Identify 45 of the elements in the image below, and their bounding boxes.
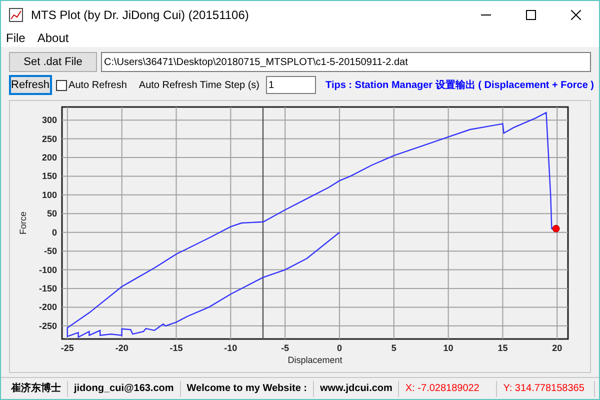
x-tick-label: -10 xyxy=(224,343,238,353)
auto-refresh-checkbox[interactable] xyxy=(56,80,67,90)
status-field: X: -7.028189022 xyxy=(399,380,498,396)
x-tick-label: 20 xyxy=(552,343,562,353)
y-tick-label: -150 xyxy=(38,283,57,294)
window-title: MTS Plot (by Dr. JiDong Cui) (20151106) xyxy=(31,7,249,24)
x-tick-label: 10 xyxy=(443,343,454,353)
y-axis-label: Force xyxy=(18,212,28,234)
y-tick-label: 50 xyxy=(46,208,57,219)
y-tick-label: 150 xyxy=(42,171,57,182)
time-step-field[interactable]: 1 xyxy=(266,76,316,94)
status-field: www.jdcui.com xyxy=(314,380,400,396)
menu-item[interactable]: File xyxy=(6,29,26,47)
x-tick-label: 5 xyxy=(391,343,396,353)
close-icon[interactable] xyxy=(571,10,581,20)
y-tick-label: 250 xyxy=(42,134,57,144)
y-tick-label: 0 xyxy=(52,227,57,238)
refresh-button[interactable]: Refresh xyxy=(9,75,52,95)
app-icon xyxy=(9,8,23,22)
status-field: Y: 314.778158365 xyxy=(497,380,596,396)
x-axis-label: Displacement xyxy=(288,355,342,365)
x-tick-label: 0 xyxy=(336,343,342,353)
status-field: Welcome to my Website : xyxy=(180,380,314,396)
maximize-icon[interactable] xyxy=(526,10,536,20)
y-tick-label: -250 xyxy=(38,320,57,331)
x-tick-label: -25 xyxy=(60,343,74,353)
menu-item[interactable]: About xyxy=(37,29,69,47)
y-tick-label: 100 xyxy=(42,190,57,200)
point-marker xyxy=(552,224,560,232)
y-tick-label: -200 xyxy=(38,302,57,312)
y-tick-label: -50 xyxy=(44,246,57,256)
status-field: jidong_cui@163.com xyxy=(68,380,181,396)
y-tick-label: -100 xyxy=(38,264,57,275)
y-tick-label: 200 xyxy=(42,152,57,163)
time-step-label: Auto Refresh Time Step (s) xyxy=(138,78,260,92)
file-path-field[interactable]: C:\Users\36471\Desktop\20180715_MTSPLOT\c1-5-20150911-2.dat xyxy=(101,52,591,72)
tips-text: Tips : Station Manager 设置输出 ( Displacement + Force ) xyxy=(326,78,594,92)
x-tick-label: -20 xyxy=(115,343,128,353)
set-file-button[interactable]: Set .dat File xyxy=(9,52,97,72)
x-tick-label: -15 xyxy=(170,343,183,353)
x-tick-label: -5 xyxy=(281,343,290,353)
status-field: 崔济东博士 xyxy=(5,380,68,396)
y-tick-label: 300 xyxy=(42,115,57,126)
x-tick-label: 15 xyxy=(498,343,508,353)
auto-refresh-label: Auto Refresh xyxy=(68,78,127,92)
